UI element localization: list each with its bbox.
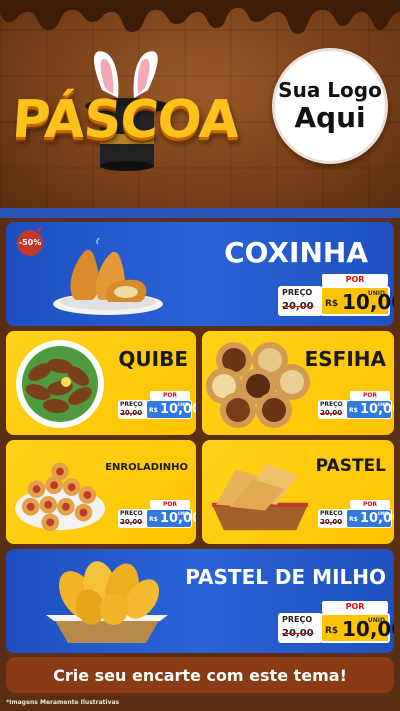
discount-label: -50% xyxy=(18,238,42,247)
unit-label: UNID xyxy=(367,617,385,624)
logo-placeholder: Sua Logo Aqui xyxy=(272,48,388,164)
item-name: ESFIHA xyxy=(304,347,386,371)
card-pastel: PASTEL POR PREÇO 20,00 R$ 10,00 UNID xyxy=(202,440,394,544)
pastel-image xyxy=(212,463,308,531)
item-name: QUIBE xyxy=(118,347,188,371)
new-price-box: R$ 10,00 UNID xyxy=(346,509,394,528)
preco-label: PREÇO xyxy=(282,288,313,297)
item-name: ENROLADINHO xyxy=(105,462,188,473)
header-divider xyxy=(0,208,400,218)
page-title: PÁSCOA xyxy=(10,90,241,150)
logo-line-2: Aqui xyxy=(294,101,366,134)
cta-button[interactable]: Crie seu encarte com este tema! xyxy=(6,657,394,695)
unit-label: UNID xyxy=(177,402,189,407)
old-price: 20,00 xyxy=(320,518,343,526)
old-price-box: PREÇO 20,00 xyxy=(118,400,148,419)
logo-line-1: Sua Logo xyxy=(278,78,382,102)
currency: R$ xyxy=(349,407,358,414)
preco-label: PREÇO xyxy=(320,510,343,517)
enroladinho-image xyxy=(15,462,105,532)
preco-label: PREÇO xyxy=(120,510,143,517)
unit-label: UNID xyxy=(377,511,389,516)
cta-label: Crie seu encarte com este tema! xyxy=(53,666,347,685)
new-price-box: R$ 10,00 UNID xyxy=(146,509,196,528)
esfiha-image xyxy=(206,342,310,428)
old-price: 20,00 xyxy=(282,628,314,639)
old-price: 20,00 xyxy=(120,409,143,417)
currency: R$ xyxy=(349,516,358,523)
por-label: POR xyxy=(150,500,190,509)
unit-label: UNID xyxy=(177,511,189,516)
price-tag: POR PREÇO 20,00 R$ 10,00 UNID xyxy=(118,391,196,421)
card-pastel-de-milho: PASTEL DE MILHO POR PREÇO 20,00 R$ 10,00… xyxy=(6,549,394,653)
por-label: POR xyxy=(322,274,388,286)
new-price-box: R$ 10,00 UNID xyxy=(146,400,196,419)
card-esfiha: ESFIHA POR PREÇO 20,00 R$ 10,00 UNID xyxy=(202,331,394,435)
item-name: PASTEL xyxy=(315,456,386,476)
price-tag: POR PREÇO 20,00 R$ 10,00 UNID xyxy=(118,500,196,530)
por-label: POR xyxy=(150,391,190,400)
preco-label: PREÇO xyxy=(320,401,343,408)
new-price-box: R$ 10,00 UNID xyxy=(320,286,394,316)
currency: R$ xyxy=(325,299,339,309)
item-name: COXINHA xyxy=(224,236,368,269)
new-price-box: R$ 10,00 UNID xyxy=(346,400,394,419)
header-banner: PÁSCOA Sua Logo Aqui xyxy=(0,0,400,215)
currency: R$ xyxy=(149,407,158,414)
price-tag: POR PREÇO 20,00 R$ 10,00 UNID xyxy=(318,500,394,530)
por-label: POR xyxy=(350,391,390,400)
por-label: POR xyxy=(322,601,388,613)
card-enroladinho: ENROLADINHO POR PREÇO 20,00 R$ 10,00 UNI… xyxy=(6,440,196,544)
disclaimer: *Imagens Meramente Ilustrativas xyxy=(6,699,120,706)
quibe-image xyxy=(16,340,104,428)
old-price: 20,00 xyxy=(120,518,143,526)
currency: R$ xyxy=(325,626,339,636)
preco-label: PREÇO xyxy=(120,401,143,408)
old-price-box: PREÇO 20,00 xyxy=(118,509,148,528)
old-price: 20,00 xyxy=(282,301,314,312)
item-name: PASTEL DE MILHO xyxy=(185,565,386,589)
old-price-box: PREÇO 20,00 xyxy=(278,613,322,643)
preco-label: PREÇO xyxy=(282,615,313,624)
old-price-box: PREÇO 20,00 xyxy=(278,286,322,316)
old-price-box: PREÇO 20,00 xyxy=(318,509,348,528)
card-coxinha: -50% COXINHA POR PREÇO 20,00 R$ 10,00 UN… xyxy=(6,222,394,326)
unit-label: UNID xyxy=(367,290,385,297)
price-tag: POR PREÇO 20,00 R$ 10,00 UNID xyxy=(318,391,394,421)
pastel-de-milho-image xyxy=(46,561,168,643)
currency: R$ xyxy=(149,516,158,523)
price-tag: POR PREÇO 20,00 R$ 10,00 UNID xyxy=(278,274,394,320)
chocolate-drips xyxy=(0,0,400,34)
coxinha-image xyxy=(53,238,163,315)
unit-label: UNID xyxy=(377,402,389,407)
por-label: POR xyxy=(350,500,390,509)
card-quibe: QUIBE POR PREÇO 20,00 R$ 10,00 UNID xyxy=(6,331,196,435)
old-price-box: PREÇO 20,00 xyxy=(318,400,348,419)
old-price: 20,00 xyxy=(320,409,343,417)
new-price-box: R$ 10,00 UNID xyxy=(320,613,394,643)
price-tag: POR PREÇO 20,00 R$ 10,00 UNID xyxy=(278,601,394,647)
